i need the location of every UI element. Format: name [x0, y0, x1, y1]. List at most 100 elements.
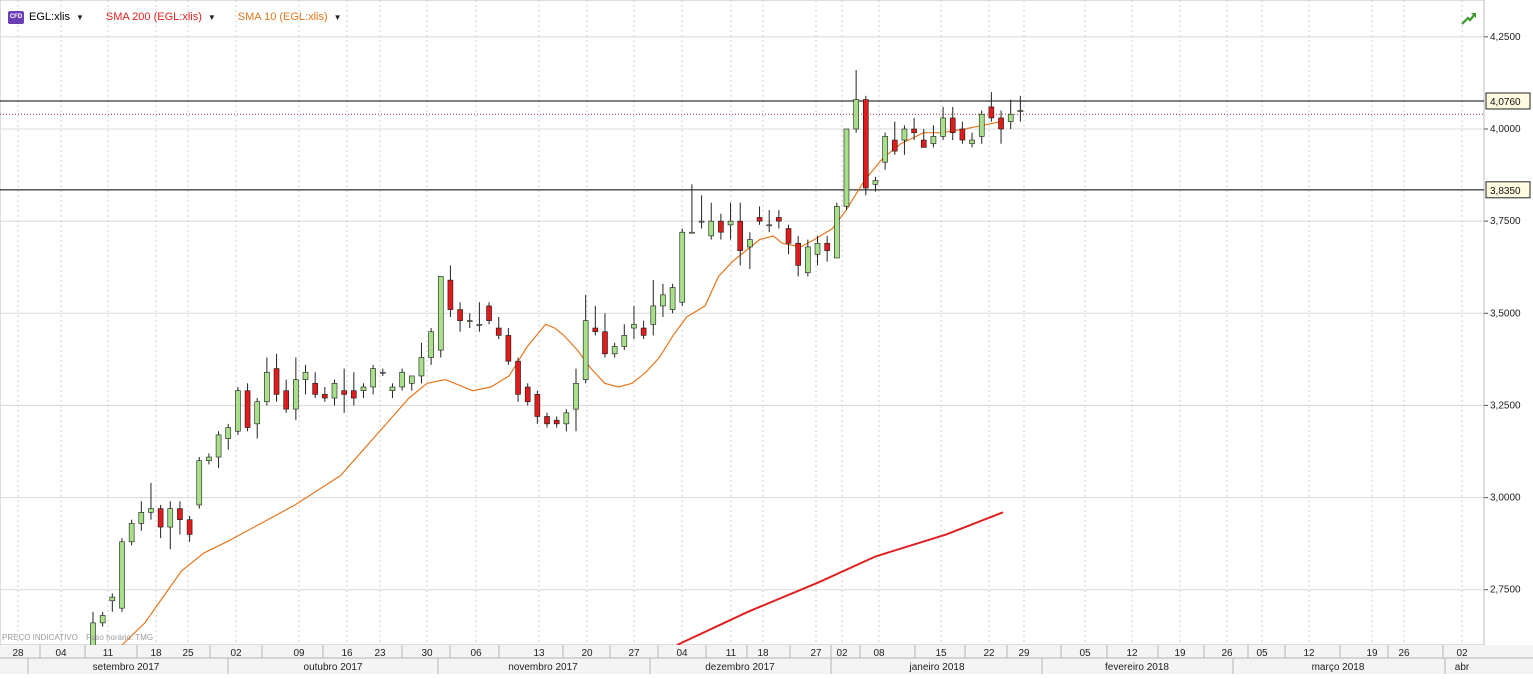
x-tick-label: 28 — [12, 648, 24, 659]
x-tick-label: 04 — [55, 648, 67, 659]
candle-body — [99, 615, 106, 624]
candle-body — [679, 231, 686, 303]
chart[interactable]: 2,7500 3,0000 3,2500 3,5000 3,7500 4,0000 4,25… — [0, 0, 1533, 674]
candle-body — [669, 287, 676, 310]
candle-body — [148, 508, 154, 513]
candle-body — [853, 99, 859, 130]
candle-body — [766, 224, 773, 227]
price-tags: 4,0760 3,8350 — [1485, 92, 1531, 199]
candle-body — [196, 460, 203, 506]
candle-body — [911, 128, 917, 133]
candle-body — [727, 220, 734, 226]
candle-body — [360, 386, 367, 391]
x-tick-label: 12 — [1303, 648, 1315, 659]
candle-body — [534, 394, 541, 417]
x-tick-label: 05 — [1256, 648, 1268, 659]
y-tick-label: 4,2500 — [1490, 32, 1521, 43]
candle-body — [322, 394, 328, 399]
candle-body — [949, 117, 956, 133]
x-tick-label: 11 — [726, 648, 737, 659]
x-tick-label: 18 — [757, 648, 769, 659]
chevron-down-icon[interactable]: ▼ — [334, 13, 342, 22]
candle-body — [544, 416, 550, 425]
instrument-selector[interactable]: CFD EGL:xlis ▼ — [8, 10, 84, 24]
candle-body — [293, 379, 299, 410]
candle-body — [128, 523, 135, 543]
candle-body — [389, 386, 396, 391]
x-tick-label: 02 — [1456, 648, 1468, 659]
candle-body — [109, 596, 116, 602]
candle-body — [302, 371, 309, 380]
x-tick-label: 19 — [1174, 648, 1186, 659]
candle-body — [940, 117, 946, 137]
chevron-down-icon[interactable]: ▼ — [76, 13, 84, 22]
candle-body — [998, 117, 1004, 130]
x-month-label: janeiro 2018 — [908, 662, 964, 673]
x-month-label: dezembro 2017 — [705, 662, 775, 673]
price-chart[interactable]: 2,7500 3,0000 3,2500 3,5000 3,7500 4,0000 4,25… — [0, 0, 1533, 674]
candle-body — [834, 206, 840, 259]
y-tick-label: 4,0000 — [1490, 124, 1521, 135]
x-tick-label: 27 — [628, 648, 640, 659]
candle-body — [611, 346, 618, 355]
indicator-sma10[interactable]: SMA 10 (EGL:xlis) ▼ — [238, 11, 342, 23]
trend-arrow-icon[interactable] — [1460, 10, 1478, 26]
candle-body — [312, 383, 318, 395]
candle-body — [119, 541, 125, 609]
x-tick-label: 12 — [1126, 648, 1138, 659]
price-tag-label: 4,0760 — [1490, 97, 1521, 108]
candle-body — [1007, 113, 1014, 122]
candle-body — [177, 508, 183, 520]
candle-body — [399, 371, 405, 388]
y-tick-label: 2,7500 — [1490, 585, 1521, 596]
candle-body — [930, 136, 937, 145]
x-tick-label: 19 — [1366, 648, 1378, 659]
candle-body — [515, 360, 521, 395]
x-month-label: setembro 2017 — [93, 662, 160, 673]
plot-area — [0, 0, 1485, 646]
x-tick-label: 30 — [421, 648, 433, 659]
candle-body — [495, 327, 502, 336]
x-tick-label: 04 — [676, 648, 688, 659]
candle-body — [660, 294, 666, 307]
candle-body — [244, 390, 251, 428]
indicator-sma200[interactable]: SMA 200 (EGL:xlis) ▼ — [106, 11, 216, 23]
candle-body — [351, 390, 357, 399]
x-tick-label: 15 — [935, 648, 947, 659]
x-tick-label: 08 — [873, 648, 885, 659]
candle-body — [273, 368, 280, 395]
x-tick-label: 09 — [293, 648, 305, 659]
x-tick-label: 26 — [1221, 648, 1233, 659]
y-axis: 2,7500 3,0000 3,2500 3,5000 3,7500 4,0000 4,25… — [1484, 32, 1521, 596]
candle-body — [524, 386, 531, 403]
y-tick-label: 3,0000 — [1490, 493, 1521, 504]
x-axis: 28 04 11 18 25 02 09 16 23 30 06 13 20 27 04 11 18 27 02 08… — [0, 645, 1533, 674]
candle-body — [264, 371, 270, 403]
x-tick-label: 27 — [810, 648, 822, 659]
candle-body — [254, 401, 261, 425]
candle-body — [969, 139, 975, 145]
price-note: PREÇO INDICATIVO — [2, 633, 78, 642]
candle-body — [283, 390, 290, 410]
indicator-sma10-label: SMA 10 (EGL:xlis) — [237, 11, 328, 23]
candle-body — [978, 113, 985, 137]
candle-body — [747, 239, 753, 248]
y-tick-label: 3,7500 — [1490, 216, 1521, 227]
x-month-label: novembro 2017 — [508, 662, 578, 673]
candle-body — [457, 309, 463, 321]
candle-body — [167, 508, 174, 528]
candle-body — [186, 519, 193, 535]
candle-body — [718, 220, 724, 233]
x-tick-label: 13 — [533, 648, 545, 659]
candle-body — [157, 508, 164, 528]
candle-body — [553, 419, 560, 425]
candle-body — [795, 242, 801, 266]
candle-body — [505, 335, 512, 362]
timezone-note: Fuso horário: TMG — [86, 633, 154, 642]
candle-body — [379, 371, 386, 374]
chevron-down-icon[interactable]: ▼ — [208, 13, 216, 22]
candle-body — [756, 217, 763, 222]
x-month-label: março 2018 — [1312, 662, 1365, 673]
candle-body — [138, 512, 145, 524]
candle-body — [621, 335, 628, 347]
